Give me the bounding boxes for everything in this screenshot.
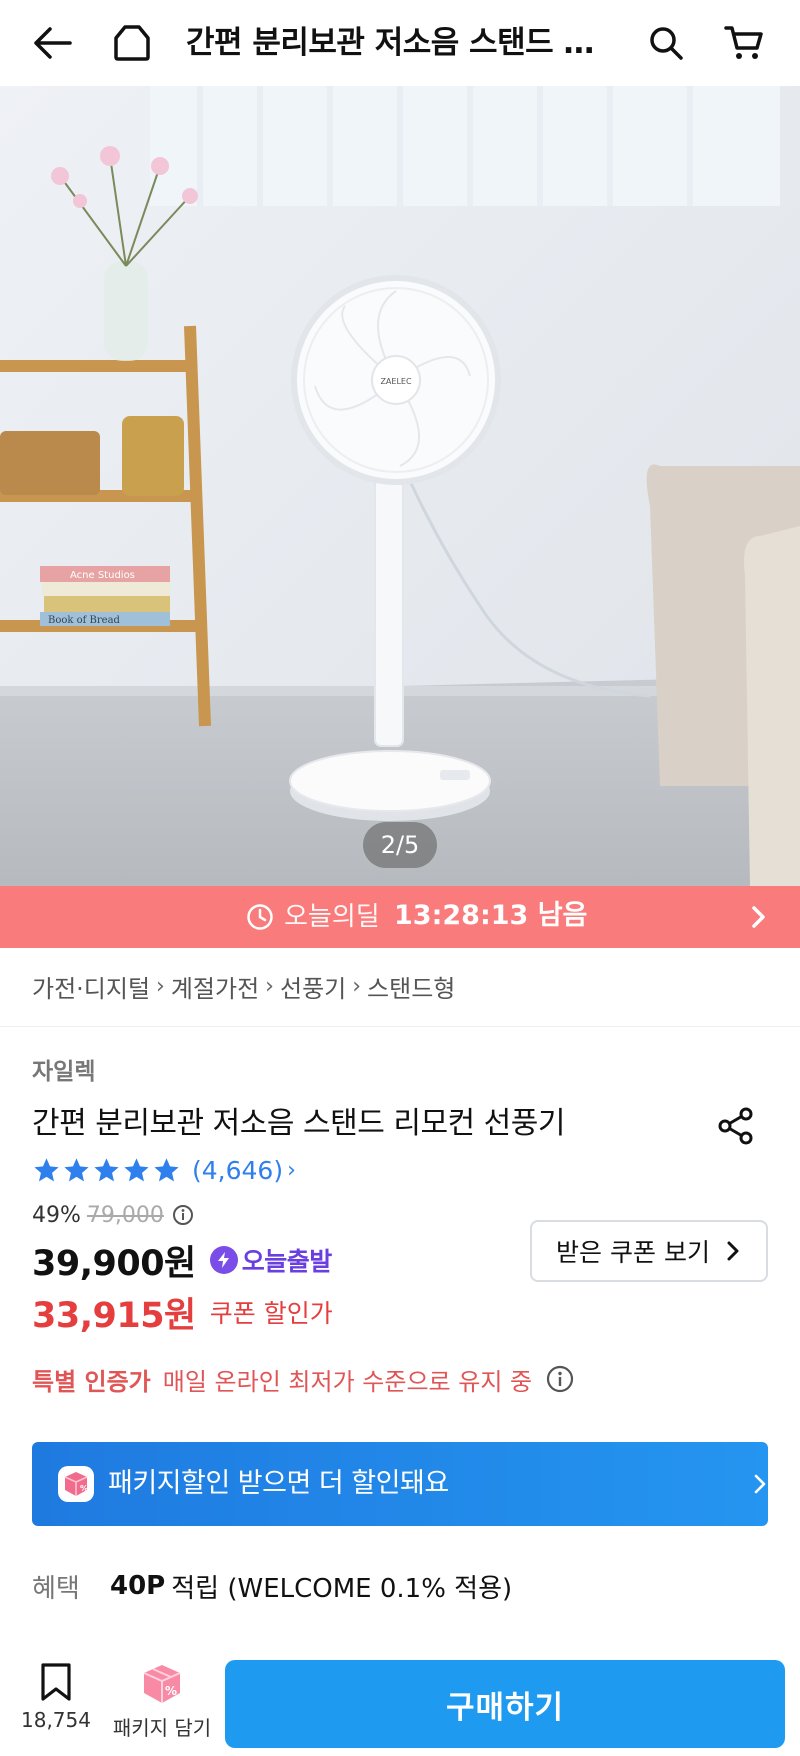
benefit-desc: 적립 (WELCOME 0.1% 적용) (171, 1573, 513, 1604)
special-price-row: 특별 인증가 매일 온라인 최저가 수준으로 유지 중 (32, 1360, 574, 1398)
share-button[interactable] (716, 1106, 756, 1150)
brand-name[interactable]: 자일렉 (32, 1052, 95, 1086)
view-coupons-label: 받은 쿠폰 보기 (556, 1238, 710, 1267)
rating-row[interactable]: (4,646) › (32, 1152, 296, 1188)
breadcrumb-item[interactable]: 계절가전 (171, 969, 259, 1004)
book-title-2: Book of Bread (48, 615, 121, 626)
search-icon[interactable] (644, 21, 688, 65)
benefit-row: 혜택 40P 적립 (WELCOME 0.1% 적용) (32, 1566, 512, 1606)
price-row: 39,900원 오늘출발 (32, 1236, 332, 1284)
review-count-link[interactable]: (4,646) (192, 1156, 283, 1185)
benefit-points: 40P (110, 1571, 166, 1601)
page-title: 간편 분리보관 저소음 스탠드 리모컨 선풍기 (186, 25, 616, 61)
shipping-badge: 오늘출발 (209, 1242, 333, 1278)
today-deal-banner[interactable]: 오늘의딜 13:28:13 남음 (0, 886, 800, 948)
breadcrumb-item[interactable]: 선풍기 (280, 969, 346, 1004)
svg-text:%: % (80, 1484, 88, 1493)
cart-icon[interactable] (722, 21, 766, 65)
package-box-icon: % (58, 1466, 94, 1502)
star-icon (94, 1157, 119, 1181)
view-coupons-button[interactable]: 받은 쿠폰 보기 (530, 1220, 768, 1282)
package-box-icon: % (143, 1665, 181, 1703)
sale-price: 39,900원 (32, 1243, 196, 1284)
chevron-right-icon: › (265, 973, 274, 999)
coupon-price: 33,915원 (32, 1295, 196, 1336)
product-photo: Acne Studios Book of Bread ZAELEC (0, 86, 800, 886)
star-icon (64, 1157, 89, 1181)
star-rating (32, 1156, 182, 1185)
fan-brand-logo: ZAELEC (380, 377, 412, 386)
chevron-right-icon (727, 1241, 739, 1261)
add-to-package-button[interactable]: % 패키지 담기 (112, 1662, 212, 1750)
discount-rate: 49% (32, 1202, 81, 1228)
original-price: 79,000 (86, 1202, 164, 1228)
benefit-label: 혜택 (32, 1573, 80, 1604)
book-title-1: Acne Studios (70, 570, 135, 581)
special-price-label: 특별 인증가 (32, 1367, 151, 1396)
breadcrumb-item[interactable]: 스탠드형 (367, 969, 455, 1004)
bookmark-button[interactable]: 18,754 (18, 1662, 94, 1750)
deal-timer: 13:28:13 남음 (394, 900, 588, 931)
breadcrumb-item[interactable]: 가전·디지털 (32, 969, 150, 1004)
chevron-right-icon (752, 906, 765, 928)
bookmark-icon (41, 1663, 71, 1701)
deal-label: 오늘의딜 (284, 902, 380, 932)
chevron-right-icon (754, 1474, 766, 1494)
bookmark-count: 18,754 (21, 1708, 91, 1732)
discount-row: 49% 79,000 (32, 1198, 194, 1232)
shipping-badge-label: 오늘출발 (241, 1247, 333, 1276)
section-divider (0, 1026, 800, 1027)
star-icon (34, 1157, 59, 1181)
add-to-package-label: 패키지 담기 (112, 1716, 212, 1740)
back-arrow-icon[interactable] (30, 21, 74, 65)
bottom-action-bar: 18,754 % 패키지 담기 구매하기 (0, 1652, 800, 1756)
svg-text:%: % (165, 1684, 177, 1698)
image-page-indicator: 2/5 (363, 822, 437, 868)
home-icon[interactable] (110, 21, 154, 65)
chevron-right-icon: › (156, 973, 165, 999)
coupon-price-row: 33,915원 쿠폰 할인가 (32, 1288, 333, 1336)
top-navigation-bar: 간편 분리보관 저소음 스탠드 리모컨 선풍기 (0, 0, 800, 86)
package-banner-text: 패키지할인 받으면 더 할인돼요 (108, 1468, 449, 1499)
buy-now-button[interactable]: 구매하기 (225, 1660, 785, 1748)
chevron-right-icon: › (352, 973, 362, 999)
coupon-price-label: 쿠폰 할인가 (209, 1299, 333, 1328)
chevron-right-icon: › (287, 1157, 296, 1183)
star-icon (154, 1157, 179, 1181)
share-icon (718, 1107, 753, 1145)
special-price-desc: 매일 온라인 최저가 수준으로 유지 중 (162, 1367, 533, 1396)
clock-icon (247, 904, 273, 930)
product-image-gallery[interactable]: Acne Studios Book of Bread ZAELEC (0, 86, 800, 886)
breadcrumb: 가전·디지털 › 계절가전 › 선풍기 › 스탠드형 (32, 968, 455, 1004)
lightning-icon (209, 1246, 238, 1274)
product-title: 간편 분리보관 저소음 스탠드 리모컨 선풍기 (32, 1106, 565, 1141)
info-icon[interactable] (172, 1204, 194, 1226)
star-icon (124, 1157, 149, 1181)
info-icon[interactable] (546, 1365, 574, 1393)
package-discount-banner[interactable]: % 패키지할인 받으면 더 할인돼요 (32, 1442, 768, 1526)
